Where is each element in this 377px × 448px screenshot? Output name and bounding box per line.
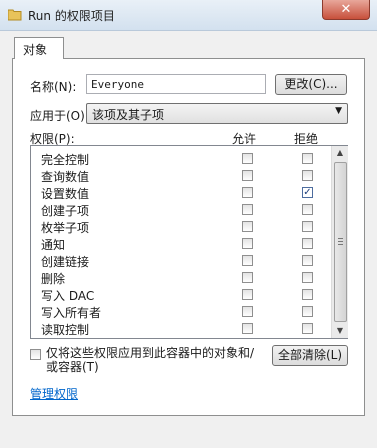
- deny-checkbox[interactable]: [302, 204, 313, 215]
- title-bar[interactable]: Run 的权限项目 ✕: [0, 0, 377, 31]
- scrollbar-thumb[interactable]: [334, 162, 347, 322]
- apply-only-label: 仅将这些权限应用到此容器中的对象和/或容器(T): [46, 346, 255, 374]
- allow-checkbox[interactable]: [242, 289, 253, 300]
- permission-name: 查询数值: [41, 170, 90, 184]
- allow-checkbox[interactable]: [242, 323, 253, 334]
- window-title: Run 的权限项目: [28, 9, 115, 23]
- allow-checkbox[interactable]: [242, 272, 253, 283]
- permission-name: 设置数值: [41, 187, 90, 201]
- permission-name: 读取控制: [41, 323, 90, 337]
- allow-checkbox[interactable]: [242, 221, 253, 232]
- deny-checkbox[interactable]: [302, 153, 313, 164]
- close-button[interactable]: ✕: [322, 0, 370, 20]
- permission-row: 设置数值 ✓: [37, 184, 327, 201]
- folder-icon: [8, 9, 22, 21]
- apply-to-select[interactable]: 该项及其子项 ▼: [86, 103, 348, 124]
- permission-name: 写入 DAC: [41, 289, 95, 303]
- scroll-down-icon[interactable]: ▼: [332, 324, 348, 338]
- allow-checkbox[interactable]: [242, 204, 253, 215]
- deny-checkbox[interactable]: [302, 221, 313, 232]
- deny-checkbox[interactable]: [302, 255, 313, 266]
- scrollbar[interactable]: ▲ ▼: [331, 146, 348, 338]
- deny-checkbox[interactable]: [302, 272, 313, 283]
- deny-checkbox[interactable]: [302, 323, 313, 334]
- manage-permissions-link[interactable]: 管理权限: [30, 385, 78, 402]
- change-button[interactable]: 更改(C)...: [275, 74, 347, 95]
- clear-all-button[interactable]: 全部清除(L): [272, 345, 348, 366]
- permission-name: 完全控制: [41, 153, 90, 167]
- deny-checkbox[interactable]: [302, 238, 313, 249]
- permission-row: 创建链接: [37, 252, 327, 269]
- permission-row: 枚举子项: [37, 218, 327, 235]
- deny-checkbox[interactable]: ✓: [302, 187, 313, 198]
- permission-name: 创建链接: [41, 255, 90, 269]
- permission-row: 读取控制: [37, 320, 327, 337]
- allow-checkbox[interactable]: [242, 306, 253, 317]
- scroll-up-icon[interactable]: ▲: [332, 146, 348, 160]
- deny-checkbox[interactable]: [302, 306, 313, 317]
- permissions-list[interactable]: ▲ ▼ 完全控制查询数值设置数值 ✓ 创建子项枚举子项通知创建链接删除写入 DAC 写…: [30, 145, 348, 339]
- permission-name: 删除: [41, 272, 66, 286]
- apply-to-label: 应用于(O):: [30, 109, 89, 123]
- permission-row: 删除: [37, 269, 327, 286]
- allow-checkbox[interactable]: [242, 170, 253, 181]
- permission-row: 通知: [37, 235, 327, 252]
- permission-row: 查询数值: [37, 167, 327, 184]
- apply-to-value: 该项及其子项: [92, 108, 165, 122]
- permission-name: 创建子项: [41, 204, 90, 218]
- apply-only-checkbox[interactable]: [30, 349, 41, 360]
- permission-name: 枚举子项: [41, 221, 90, 235]
- deny-checkbox[interactable]: [302, 170, 313, 181]
- permission-name: 写入所有者: [41, 306, 102, 320]
- name-label: 名称(N):: [30, 80, 77, 94]
- allow-checkbox[interactable]: [242, 238, 253, 249]
- permission-row: 写入 DAC: [37, 286, 327, 303]
- tab-object[interactable]: 对象: [14, 37, 64, 59]
- chevron-down-icon: ▼: [335, 106, 342, 116]
- deny-checkbox[interactable]: [302, 289, 313, 300]
- allow-checkbox[interactable]: [242, 255, 253, 266]
- permission-row: 写入所有者: [37, 303, 327, 320]
- name-field[interactable]: Everyone: [86, 74, 266, 94]
- permission-name: 通知: [41, 238, 66, 252]
- allow-checkbox[interactable]: [242, 187, 253, 198]
- permission-row: 完全控制: [37, 150, 327, 167]
- allow-checkbox[interactable]: [242, 153, 253, 164]
- permission-row: 创建子项: [37, 201, 327, 218]
